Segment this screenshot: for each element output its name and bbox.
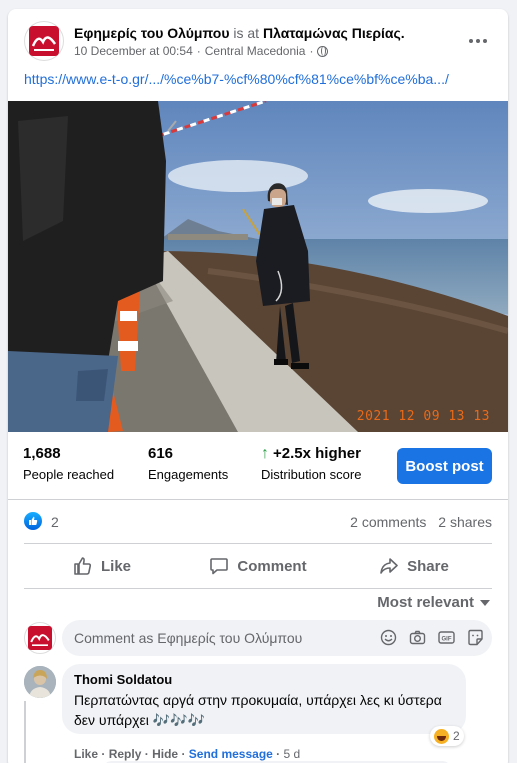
page-name-link[interactable]: Εφημερίς του Ολύμπου — [74, 25, 230, 41]
page-avatar[interactable] — [24, 21, 64, 61]
more-options-icon[interactable] — [468, 31, 488, 51]
comment-text: Περπατώντας αργά στην προκυμαία, υπάρχει… — [74, 692, 442, 728]
comment-like-link[interactable]: Like — [74, 747, 98, 761]
post-actions: Like Comment Share — [24, 543, 492, 589]
engagements-value: 616 — [148, 445, 174, 462]
is-at-text: is at — [233, 25, 260, 41]
emoji-icon[interactable] — [380, 629, 397, 646]
sort-comments-dropdown[interactable]: Most relevant — [377, 594, 490, 611]
reaction-count[interactable]: 2 — [51, 514, 59, 530]
comment-reaction-count: 2 — [453, 729, 460, 743]
share-button[interactable]: Share — [336, 544, 492, 588]
post-header: Εφημερίς του Ολύμπου is at Πλαταμώνας Πι… — [24, 21, 496, 61]
speech-bubble-icon — [210, 558, 229, 575]
svg-text:GIF: GIF — [442, 637, 452, 643]
post-timestamp[interactable]: 10 December at 00:54 — [74, 44, 193, 58]
comment-hide-link[interactable]: Hide — [152, 747, 178, 761]
comment-placeholder: Comment as Εφημερίς του Ολύμπου — [74, 630, 303, 646]
page-logo — [29, 26, 59, 56]
caret-down-icon — [480, 599, 490, 606]
post-meta: 10 December at 00:54 · Central Macedonia… — [74, 44, 329, 58]
separator-dot: · — [276, 747, 281, 761]
reply-thread-line — [24, 701, 26, 763]
like-reaction-icon[interactable] — [24, 512, 42, 530]
comment-time[interactable]: 5 d — [284, 747, 301, 761]
gif-icon[interactable]: GIF — [438, 629, 455, 646]
comments-count[interactable]: 2 comments — [350, 514, 426, 530]
separator-dot: · — [144, 747, 149, 761]
separator-dot: · — [101, 747, 106, 761]
composer-avatar — [24, 622, 56, 654]
distribution-value: +2.5x higher — [273, 445, 361, 462]
location-link[interactable]: Πλαταμώνας Πιερίας. — [263, 25, 405, 41]
distribution-score[interactable]: ↑ +2.5x higher Distribution score — [261, 444, 361, 484]
comment-author[interactable]: Thomi Soldatou — [74, 672, 454, 688]
globe-icon[interactable] — [317, 45, 329, 57]
distribution-label: Distribution score — [261, 467, 362, 482]
like-button[interactable]: Like — [24, 544, 180, 588]
post-link[interactable]: https://www.e-t-o.gr/.../%ce%b7-%cf%80%c… — [24, 71, 449, 87]
haha-reaction-icon — [434, 728, 449, 744]
comment-actions: Like · Reply · Hide · Send message · 5 d — [74, 747, 300, 761]
comment-bubble: Thomi Soldatou Περπατώντας αργά στην προ… — [62, 664, 466, 734]
separator-dot: · — [181, 747, 186, 761]
boost-post-button[interactable]: Boost post — [397, 448, 492, 484]
post-title: Εφημερίς του Ολύμπου is at Πλαταμώνας Πι… — [74, 24, 405, 42]
comment-reactions[interactable]: 2 — [430, 726, 464, 746]
insights-row: 1,688 People reached 616 Engagements ↑ +2… — [8, 432, 508, 500]
camera-icon[interactable] — [409, 629, 426, 646]
comment-input[interactable]: Comment as Εφημερίς του Ολύμπου GIF — [62, 620, 492, 656]
send-message-link[interactable]: Send message — [189, 747, 273, 761]
post-region: Central Macedonia — [204, 44, 306, 58]
share-label: Share — [407, 557, 449, 575]
shares-count[interactable]: 2 shares — [438, 514, 492, 530]
comment-label: Comment — [237, 557, 307, 575]
engagements[interactable]: 616 Engagements — [148, 444, 228, 484]
reactions-summary: 2 2 comments 2 shares — [24, 509, 492, 535]
engagement-counts: 2 comments 2 shares — [350, 514, 492, 530]
composer-tools: GIF — [380, 629, 484, 646]
people-reached-value: 1,688 — [23, 445, 61, 462]
meta-separator: · — [309, 44, 314, 58]
arrow-up-icon: ↑ — [261, 445, 269, 462]
people-reached[interactable]: 1,688 People reached — [23, 444, 114, 484]
engagements-label: Engagements — [148, 467, 229, 482]
comment-composer: Comment as Εφημερίς του Ολύμπου GIF — [24, 620, 492, 656]
post-card: Εφημερίς του Ολύμπου is at Πλαταμώνας Πι… — [8, 9, 508, 763]
people-reached-label: People reached — [23, 467, 115, 482]
thumbs-up-icon — [74, 557, 92, 575]
sort-label: Most relevant — [377, 594, 474, 611]
like-label: Like — [100, 557, 131, 575]
photo-timestamp-overlay: 2021 12 09 13 13 — [356, 409, 490, 424]
meta-separator: · — [196, 44, 201, 58]
comment-reply-link[interactable]: Reply — [109, 747, 142, 761]
sticker-icon[interactable] — [467, 629, 484, 646]
commenter-avatar[interactable] — [24, 666, 56, 698]
share-arrow-icon — [380, 558, 398, 574]
comment-button[interactable]: Comment — [180, 544, 336, 588]
post-photo[interactable]: 2021 12 09 13 13 — [8, 101, 508, 432]
